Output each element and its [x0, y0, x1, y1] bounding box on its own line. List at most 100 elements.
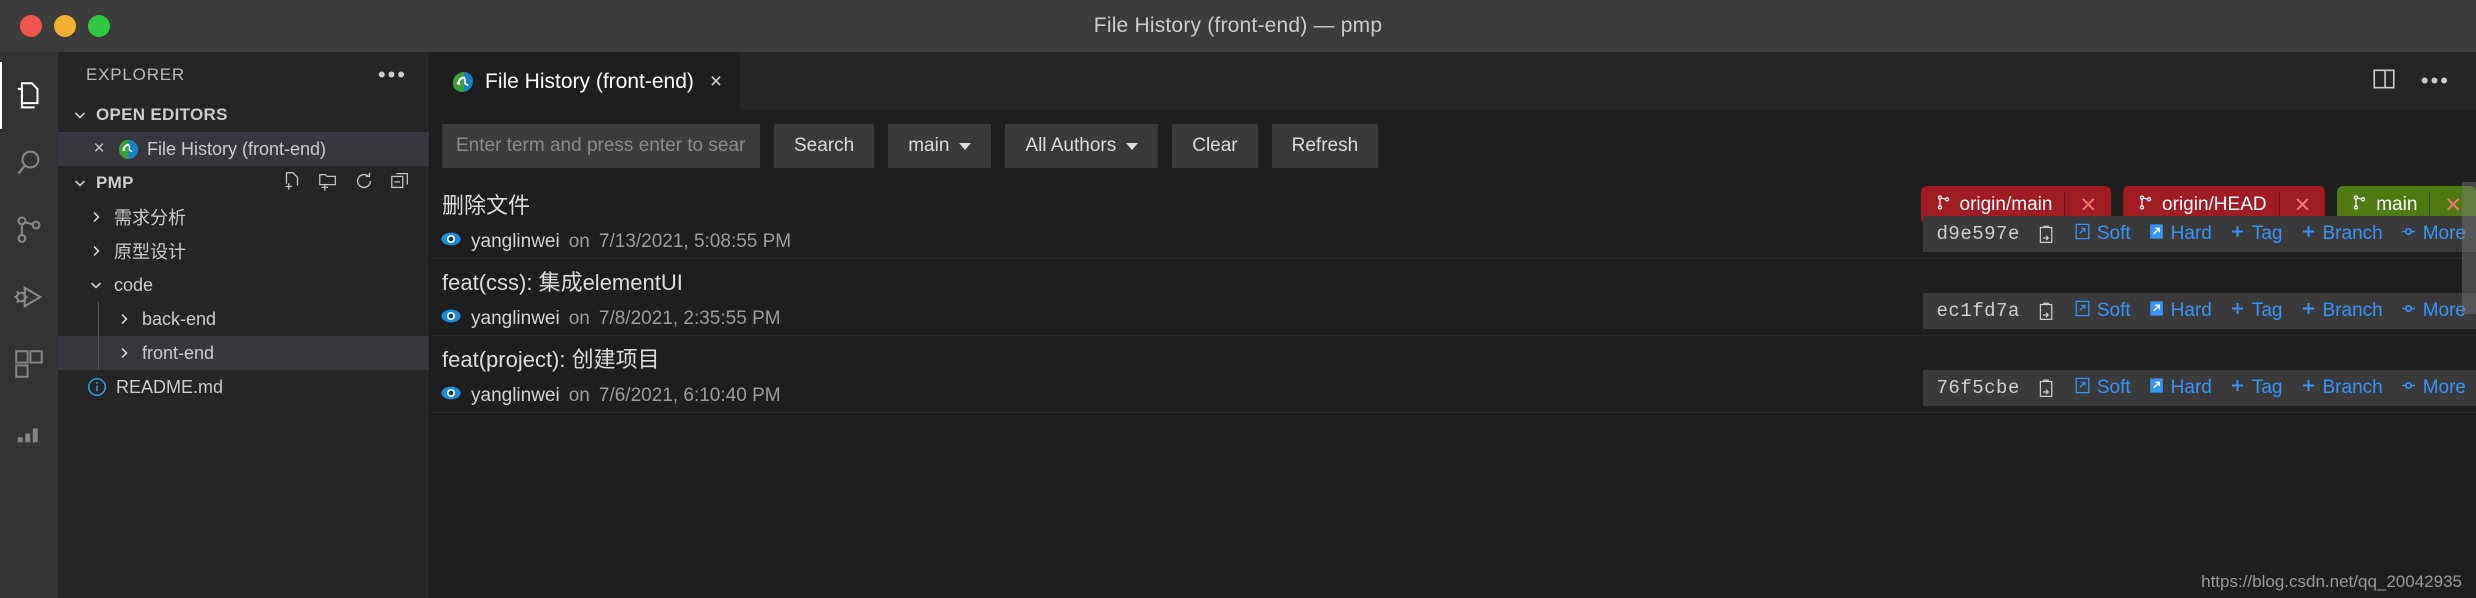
tree-item-folder-code[interactable]: code — [58, 268, 429, 302]
search-button[interactable]: Search — [774, 124, 875, 168]
commit-row[interactable]: feat(css): 集成elementUI yanglinwei on 7/8… — [430, 259, 2476, 336]
commit-row[interactable]: 删除文件 yanglinwei on 7/13/2021, 5:08:55 PM — [430, 182, 2476, 259]
activity-item-remote[interactable] — [0, 397, 58, 464]
action-create-branch[interactable]: Branch — [2299, 222, 2383, 247]
tree-item-label: 需求分析 — [114, 208, 186, 228]
close-icon[interactable]: × — [88, 138, 110, 160]
action-label: Soft — [2096, 377, 2131, 398]
action-create-tag[interactable]: Tag — [2228, 299, 2283, 324]
search-input[interactable] — [442, 124, 760, 168]
tab-label: File History (front-end) — [485, 69, 694, 93]
commit-date-prefix: on — [568, 307, 590, 329]
action-more[interactable]: More — [2399, 299, 2466, 324]
section-project-header[interactable]: PMP — [58, 166, 429, 200]
action-soft-reset[interactable]: Soft — [2073, 376, 2131, 401]
info-icon — [86, 376, 108, 398]
split-editor-icon[interactable] — [2371, 66, 2397, 97]
editor-more-actions-button[interactable]: ••• — [2421, 70, 2450, 92]
plus-icon — [2228, 299, 2247, 324]
authors-select-button[interactable]: All Authors — [1005, 124, 1159, 168]
zoom-window-button[interactable] — [88, 15, 110, 37]
action-soft-reset[interactable]: Soft — [2073, 222, 2131, 247]
sidebar-more-actions-button[interactable]: ••• — [378, 64, 407, 86]
close-window-button[interactable] — [20, 15, 42, 37]
commit-date: 7/13/2021, 5:08:55 PM — [598, 230, 792, 252]
tab-bar: File History (front-end) × ••• — [430, 52, 2476, 110]
tree-item-folder[interactable]: 需求分析 — [58, 200, 429, 234]
ref-badge-body: origin/main — [1921, 194, 2065, 217]
action-create-tag[interactable]: Tag — [2228, 222, 2283, 247]
action-label: Soft — [2096, 300, 2131, 321]
action-label: Tag — [2251, 223, 2283, 244]
action-create-branch[interactable]: Branch — [2299, 376, 2383, 401]
minimize-window-button[interactable] — [54, 15, 76, 37]
section-open-editors-header[interactable]: OPEN EDITORS — [58, 98, 429, 132]
activity-item-search[interactable] — [0, 129, 58, 196]
action-create-tag[interactable]: Tag — [2228, 376, 2283, 401]
action-label: Tag — [2251, 300, 2283, 321]
action-hard-reset[interactable]: Hard — [2147, 222, 2212, 247]
tree-item-file-readme[interactable]: README.md — [58, 370, 429, 404]
action-more[interactable]: More — [2399, 222, 2466, 247]
action-hard-reset[interactable]: Hard — [2147, 376, 2212, 401]
tab-file-history[interactable]: File History (front-end) × — [430, 52, 742, 110]
window-controls[interactable] — [0, 15, 110, 37]
commit-actions: 76f5cbe Soft Hard Tag Branch More — [1922, 370, 2476, 406]
hard-reset-icon — [2147, 376, 2166, 401]
activity-item-explorer[interactable] — [0, 62, 58, 129]
ref-badge-label: origin/HEAD — [2162, 194, 2267, 215]
chevron-right-icon — [114, 343, 134, 363]
action-hard-reset[interactable]: Hard — [2147, 299, 2212, 324]
action-more[interactable]: More — [2399, 376, 2466, 401]
collapse-all-icon[interactable] — [389, 170, 411, 197]
eye-icon — [440, 305, 462, 332]
activity-item-extensions[interactable] — [0, 330, 58, 397]
commit-author: yanglinwei — [471, 230, 560, 252]
editor-area: File History (front-end) × ••• Search — [430, 52, 2476, 598]
activity-item-source-control[interactable] — [0, 196, 58, 263]
copy-icon[interactable] — [2036, 301, 2057, 322]
tree-item-folder-back-end[interactable]: back-end — [58, 302, 429, 336]
commit-author: yanglinwei — [471, 307, 560, 329]
editor-actions: ••• — [2371, 52, 2476, 110]
ref-badge-body: origin/HEAD — [2123, 194, 2279, 217]
clear-button[interactable]: Clear — [1172, 124, 1258, 168]
activity-item-run-and-debug[interactable] — [0, 263, 58, 330]
delete-ref-icon[interactable]: ✕ — [2065, 193, 2111, 218]
delete-ref-icon[interactable]: ✕ — [2280, 193, 2326, 218]
action-label: Hard — [2170, 377, 2212, 398]
commit-row[interactable]: feat(project): 创建项目 yanglinwei on 7/6/20… — [430, 336, 2476, 413]
refresh-icon[interactable] — [353, 170, 375, 197]
branch-select-button[interactable]: main — [888, 124, 992, 168]
close-icon[interactable]: × — [710, 70, 722, 94]
open-editor-item-label: File History (front-end) — [147, 138, 327, 159]
gitlens-file-history-icon — [118, 139, 139, 160]
tree-item-folder[interactable]: 原型设计 — [58, 234, 429, 268]
hard-reset-icon — [2147, 222, 2166, 247]
ref-badge-label: origin/main — [1959, 194, 2053, 215]
file-history-toolbar: Search main All Authors Clear Refresh — [430, 110, 2476, 182]
action-label: Hard — [2170, 300, 2212, 321]
commit-hash: 76f5cbe — [1936, 377, 2020, 399]
commit-date: 7/6/2021, 6:10:40 PM — [598, 384, 781, 406]
vscode-window: File History (front-end) — pmp EXPLORER … — [0, 0, 2476, 598]
copy-icon[interactable] — [2036, 378, 2057, 399]
gitlens-file-history-icon — [452, 71, 473, 92]
action-soft-reset[interactable]: Soft — [2073, 299, 2131, 324]
chevron-right-icon — [86, 207, 106, 227]
new-file-icon[interactable] — [281, 170, 303, 197]
action-create-branch[interactable]: Branch — [2299, 299, 2383, 324]
new-folder-icon[interactable] — [317, 170, 339, 197]
vertical-scrollbar[interactable] — [2462, 182, 2476, 314]
copy-icon[interactable] — [2036, 224, 2057, 245]
action-label: More — [2422, 300, 2466, 321]
tree-item-label: 原型设计 — [114, 242, 186, 262]
commit-author: yanglinwei — [471, 384, 560, 406]
open-editor-item-file-history[interactable]: × File History (front-end) — [58, 132, 429, 166]
tree-item-folder-front-end[interactable]: front-end — [58, 336, 429, 370]
chevron-down-icon — [70, 105, 90, 125]
ref-badge-label: main — [2376, 194, 2418, 215]
commit-list[interactable]: 删除文件 yanglinwei on 7/13/2021, 5:08:55 PM — [430, 182, 2476, 598]
tree-item-label: back-end — [142, 308, 217, 329]
refresh-button[interactable]: Refresh — [1271, 124, 1379, 168]
